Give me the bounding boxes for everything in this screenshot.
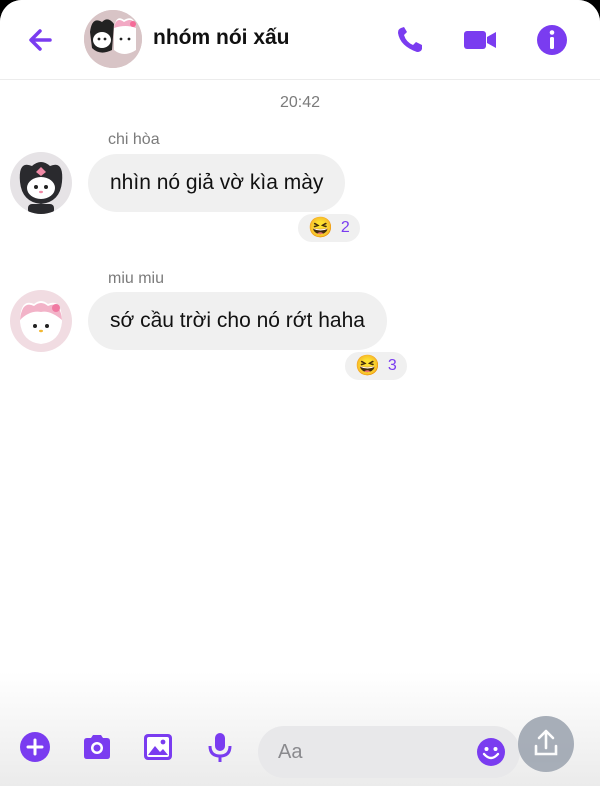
avatar[interactable] xyxy=(10,290,72,352)
laughing-emoji-icon: 😆 xyxy=(355,355,380,377)
chat-screen: nhóm nói xấu 20:42 chi hòa nhìn nó giả v… xyxy=(0,0,600,786)
message-bubble[interactable]: sớ cầu trời cho nó rớt haha xyxy=(88,292,387,350)
laughing-emoji-icon: 😆 xyxy=(308,217,333,239)
chat-header: nhóm nói xấu xyxy=(0,0,600,80)
share-button[interactable] xyxy=(518,716,574,772)
microphone-icon[interactable] xyxy=(203,730,237,764)
phone-icon[interactable] xyxy=(392,22,428,58)
plus-icon[interactable] xyxy=(18,730,52,764)
chat-title[interactable]: nhóm nói xấu xyxy=(153,26,290,50)
emoji-icon[interactable] xyxy=(476,737,506,767)
message-bubble[interactable]: nhìn nó giả vờ kìa mày xyxy=(88,154,346,212)
message-input[interactable]: Aa xyxy=(258,726,520,778)
group-avatar[interactable] xyxy=(84,10,142,68)
video-camera-icon[interactable] xyxy=(462,22,498,58)
back-arrow-icon[interactable] xyxy=(24,22,60,58)
avatar[interactable] xyxy=(10,152,72,214)
message-composer: Aa xyxy=(0,716,600,786)
reaction-badge[interactable]: 😆 3 xyxy=(343,350,409,382)
sender-name: chi hòa xyxy=(108,131,160,148)
info-icon[interactable] xyxy=(534,22,570,58)
camera-icon[interactable] xyxy=(80,730,114,764)
reaction-count: 2 xyxy=(340,219,350,236)
message-timestamp: 20:42 xyxy=(279,94,321,111)
reaction-badge[interactable]: 😆 2 xyxy=(296,212,362,244)
reaction-count: 3 xyxy=(387,357,397,374)
sender-name: miu miu xyxy=(108,270,165,287)
message-input-placeholder: Aa xyxy=(278,741,303,763)
share-icon xyxy=(534,729,558,756)
image-icon[interactable] xyxy=(141,730,175,764)
